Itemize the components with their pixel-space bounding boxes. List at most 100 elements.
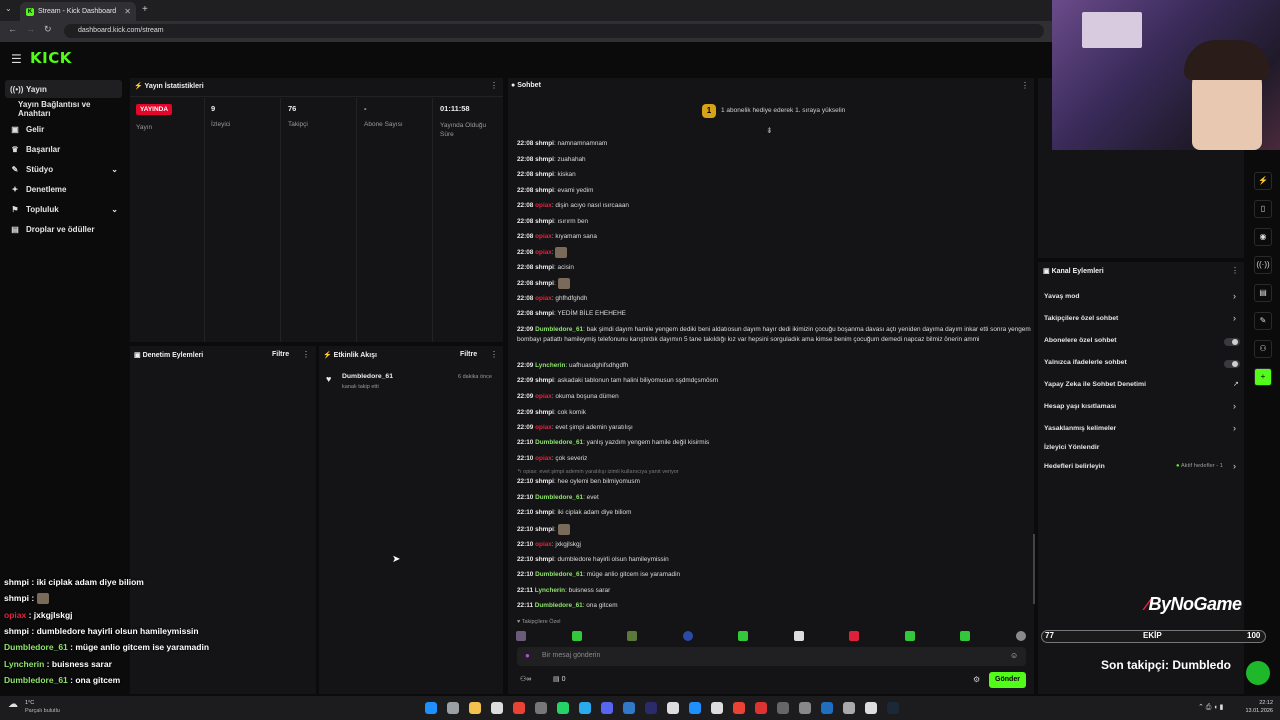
forward-icon[interactable]: →: [26, 24, 35, 34]
chat-username[interactable]: Dumbledore_61: [535, 571, 583, 578]
back-icon[interactable]: ←: [8, 24, 17, 34]
channel-action-7[interactable]: İzleyici Yönlendir: [1044, 444, 1099, 451]
chat-message[interactable]: 22:09 shmpi: askadaki tablonun tam halin…: [517, 376, 1032, 386]
channel-action-3[interactable]: Yalnızca ifadelerle sohbet: [1044, 359, 1127, 366]
toggle-switch[interactable]: [1224, 360, 1240, 368]
moderation-filter-button[interactable]: Filtre: [272, 351, 289, 358]
chevron-right-icon[interactable]: ›: [1233, 423, 1236, 433]
taskbar-app-icon[interactable]: [425, 702, 437, 714]
chat-message[interactable]: 22:10 shmpi:: [517, 524, 1032, 535]
chat-message[interactable]: 22:10 shmpi: iki ciplak adam diye biliom: [517, 508, 1032, 518]
taskbar-app-icon[interactable]: [777, 702, 789, 714]
taskbar-app-icon[interactable]: [711, 702, 723, 714]
sidebar-item-droplar[interactable]: ▤ Droplar ve ödüller: [5, 220, 122, 238]
channel-action-6[interactable]: Yasaklanmış kelimeler: [1044, 425, 1116, 432]
emote-icon[interactable]: [682, 631, 693, 641]
chat-message[interactable]: 22:10 opiax: jxkgjlskgj: [517, 540, 1032, 550]
chat-username[interactable]: shmpi: [535, 280, 554, 287]
close-tab-icon[interactable]: ✕: [124, 7, 131, 16]
chat-username[interactable]: Lyncherin: [535, 587, 565, 594]
chat-scrollbar[interactable]: [1033, 534, 1035, 604]
taskbar-app-icon[interactable]: [689, 702, 701, 714]
broadcast-icon[interactable]: ((·)): [1254, 256, 1272, 274]
chat-username[interactable]: Dumbledore_61: [535, 439, 583, 446]
chat-username[interactable]: shmpi: [535, 478, 554, 485]
system-tray-icons[interactable]: ⌃ ⎙ ◖ ▮: [1198, 703, 1223, 712]
emote-icon[interactable]: [960, 631, 971, 641]
moderation-menu-icon[interactable]: ⋮: [302, 350, 310, 359]
activity-menu-icon[interactable]: ⋮: [490, 350, 498, 359]
chat-username[interactable]: shmpi: [535, 409, 554, 416]
document-icon[interactable]: ▯: [1254, 200, 1272, 218]
taskbar-app-icon[interactable]: [865, 702, 877, 714]
sidebar-item-stream-key[interactable]: Yayın Bağlantısı ve Anahtarı: [5, 100, 122, 118]
chat-username[interactable]: Dumbledore_61: [535, 602, 583, 609]
new-tab-icon[interactable]: +: [142, 4, 148, 15]
taskbar-app-icon[interactable]: [843, 702, 855, 714]
channel-action-0[interactable]: Yavaş mod: [1044, 293, 1080, 300]
chat-message[interactable]: 22:08 opiax:: [517, 247, 1032, 258]
add-widget-icon[interactable]: +: [1254, 368, 1272, 386]
sidebar-item-yayin[interactable]: ((•)) Yayın: [5, 80, 122, 98]
chat-message[interactable]: 22:10 shmpi: dumbledore hayirli olsun ha…: [517, 555, 1032, 565]
chat-message[interactable]: 22:09 Lyncherin: uafhuasdghifsdhgdfh: [517, 361, 1032, 371]
pin-icon[interactable]: ⇟: [766, 126, 773, 135]
chat-message[interactable]: 22:08 opiax: ghfhdfghdh: [517, 294, 1032, 304]
chat-username[interactable]: shmpi: [535, 171, 554, 178]
chat-username[interactable]: opiax: [535, 541, 552, 548]
chat-username[interactable]: opiax: [535, 202, 552, 209]
taskbar-app-icon[interactable]: [799, 702, 811, 714]
taskbar-app-icon[interactable]: [887, 702, 899, 714]
taskbar-app-icon[interactable]: [623, 702, 635, 714]
taskbar-app-icon[interactable]: [601, 702, 613, 714]
chat-username[interactable]: opiax: [535, 393, 552, 400]
chevron-right-icon[interactable]: ›: [1233, 461, 1236, 471]
chat-message[interactable]: 22:11 Lyncherin: buisness sarar: [517, 586, 1032, 596]
chat-message[interactable]: 22:08 shmpi: ısırırm ben: [517, 217, 1032, 227]
chat-message[interactable]: 22:08 shmpi: namnamnamnam: [517, 139, 1032, 149]
chat-username[interactable]: shmpi: [535, 377, 554, 384]
emote-icon[interactable]: [1015, 631, 1026, 641]
taskbar-app-icon[interactable]: [535, 702, 547, 714]
chat-menu-icon[interactable]: ⋮: [1021, 81, 1029, 90]
emote-icon[interactable]: [904, 631, 915, 641]
chat-message[interactable]: 22:10 opiax: çok severiz: [517, 454, 1032, 464]
chat-message[interactable]: 22:08 opiax: dişin acıyo nasıl ısırcaaan: [517, 201, 1032, 211]
chat-message[interactable]: 22:08 shmpi: acisin: [517, 263, 1032, 273]
tab-list-icon[interactable]: ⌄: [5, 4, 12, 13]
chat-message[interactable]: 22:10 shmpi: hee oylemi ben bilmiyomusm: [517, 477, 1032, 487]
chevron-right-icon[interactable]: ›: [1233, 313, 1236, 323]
chat-username[interactable]: Dumbledore_61: [535, 494, 583, 501]
chat-message[interactable]: 22:08 shmpi: zuahahah: [517, 155, 1032, 165]
chat-username[interactable]: shmpi: [535, 556, 554, 563]
chat-username[interactable]: shmpi: [535, 156, 554, 163]
taskbar-app-icon[interactable]: [447, 702, 459, 714]
chat-message[interactable]: 22:09 Dumbledore_61: bak şimdi dayım ham…: [517, 325, 1032, 345]
channel-action-8[interactable]: Hedefleri belirleyin: [1044, 463, 1105, 470]
chat-username[interactable]: opiax: [535, 295, 552, 302]
channel-actions-menu-icon[interactable]: ⋮: [1231, 266, 1239, 275]
stats-menu-icon[interactable]: ⋮: [490, 81, 498, 90]
taskbar-app-icon[interactable]: [513, 702, 525, 714]
taskbar-app-icon[interactable]: [667, 702, 679, 714]
emote-icon[interactable]: [571, 631, 582, 641]
channel-action-4[interactable]: Yapay Zeka ile Sohbet Denetimi: [1044, 381, 1146, 388]
channel-action-5[interactable]: Hesap yaşı kısıtlaması: [1044, 403, 1116, 410]
emote-icon[interactable]: [738, 631, 749, 641]
activity-filter-button[interactable]: Filtre: [460, 351, 477, 358]
external-link-icon[interactable]: ↗: [1233, 380, 1239, 388]
wrench-icon[interactable]: ✎: [1254, 312, 1272, 330]
emote-icon[interactable]: [627, 631, 638, 641]
kick-logo[interactable]: KICK: [30, 49, 72, 67]
chat-message[interactable]: 22:08 opiax: kıyamam sana: [517, 232, 1032, 242]
reload-icon[interactable]: ↻: [44, 24, 52, 35]
taskbar-app-icon[interactable]: [821, 702, 833, 714]
chat-message[interactable]: 22:08 shmpi: kiskan: [517, 170, 1032, 180]
chat-message[interactable]: 22:10 Dumbledore_61: yanlış yazdım yenge…: [517, 438, 1032, 448]
chat-username[interactable]: shmpi: [535, 140, 554, 147]
share-icon[interactable]: ⚇: [1254, 340, 1272, 358]
chevron-right-icon[interactable]: ›: [1233, 401, 1236, 411]
taskbar-app-icon[interactable]: [579, 702, 591, 714]
sidebar-item-studyo[interactable]: ✎ Stüdyo ⌄: [5, 160, 122, 178]
channel-action-2[interactable]: Abonelere özel sohbet: [1044, 337, 1117, 344]
